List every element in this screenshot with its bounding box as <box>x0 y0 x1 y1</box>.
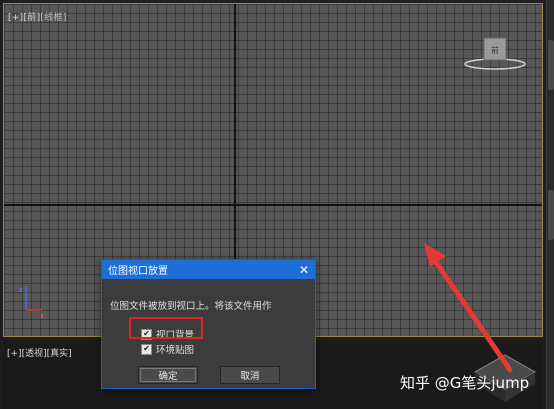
ok-button[interactable]: 确定 <box>138 366 198 384</box>
close-icon[interactable]: ✕ <box>299 264 309 276</box>
environment-map-checkbox[interactable]: ✔ <box>141 343 152 355</box>
horizontal-axis-line <box>4 204 542 206</box>
viewport-label[interactable]: [+][前][线框] <box>8 10 67 23</box>
viewcube-icon[interactable]: 前 <box>462 32 528 76</box>
viewcube-face-label: 前 <box>491 45 499 55</box>
dialog-title-bar[interactable]: 位图视口放置 ✕ <box>102 260 315 279</box>
svg-text:z: z <box>19 286 23 294</box>
environment-map-label: 环境贴图 <box>156 345 195 356</box>
dialog-message: 位图文件被放到视口上。将该文件用作 <box>110 301 272 312</box>
bitmap-viewport-placement-dialog: 位图视口放置 ✕ 位图文件被放到视口上。将该文件用作 ✔ 视口背景 ✔ 环境贴图… <box>101 259 316 389</box>
right-scrollbar[interactable] <box>546 0 554 409</box>
annotation-highlight-box <box>129 317 203 339</box>
viewport-view-label[interactable]: [前] <box>23 13 40 23</box>
svg-text:x: x <box>40 312 44 320</box>
viewport-view-label[interactable]: [透视] <box>22 349 47 359</box>
watermark-text: 知乎 @G笔头jump <box>400 374 530 392</box>
scroll-knob[interactable] <box>548 40 554 90</box>
cancel-button[interactable]: 取消 <box>220 366 280 384</box>
viewport-shading-label[interactable]: [线框] <box>40 13 66 23</box>
scroll-knob[interactable] <box>548 190 554 240</box>
viewport-label[interactable]: [+][透视][真实] <box>7 346 72 359</box>
dialog-title: 位图视口放置 <box>108 266 168 277</box>
viewport-menu-button[interactable]: [+] <box>7 349 22 359</box>
environment-map-option[interactable]: ✔ 环境贴图 <box>141 342 194 356</box>
axis-gizmo-icon: z x <box>19 286 44 320</box>
viewport-menu-button[interactable]: [+] <box>8 13 23 23</box>
viewport-shading-label[interactable]: [真实] <box>47 349 72 359</box>
